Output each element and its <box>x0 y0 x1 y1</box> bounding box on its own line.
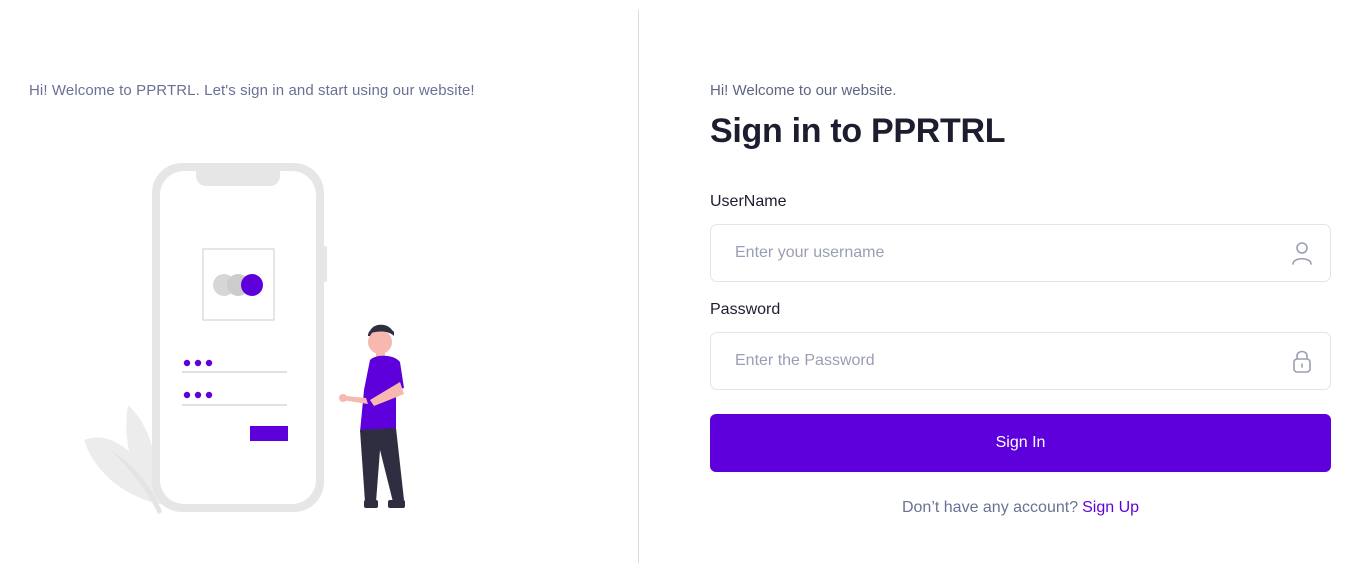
sign-in-button[interactable]: Sign In <box>710 414 1331 472</box>
signup-prompt: Don’t have any account? <box>901 499 1079 516</box>
username-field-container <box>710 224 1331 282</box>
user-icon <box>1292 242 1312 265</box>
sign-in-illustration <box>84 163 405 514</box>
password-input[interactable] <box>711 333 1251 389</box>
sign-in-form-panel: Hi! Welcome to our website. Sign in to P… <box>639 0 1360 563</box>
username-label: UserName <box>710 193 787 210</box>
password-label: Password <box>710 301 781 318</box>
password-field-container <box>710 332 1331 390</box>
username-input[interactable] <box>711 225 1251 281</box>
phone-illustration <box>152 163 327 512</box>
signup-row: Don’t have any account? Sign Up <box>710 499 1331 517</box>
left-panel: Hi! Welcome to PPRTRL. Let's sign in and… <box>0 0 638 563</box>
person-illustration <box>339 324 405 508</box>
form-subtitle: Hi! Welcome to our website. <box>710 82 897 99</box>
lock-icon <box>1293 350 1311 373</box>
page-title: Sign in to PPRTRL <box>710 112 1006 150</box>
sign-up-link[interactable]: Sign Up <box>1082 499 1139 516</box>
left-welcome-text: Hi! Welcome to PPRTRL. Let's sign in and… <box>29 82 475 99</box>
